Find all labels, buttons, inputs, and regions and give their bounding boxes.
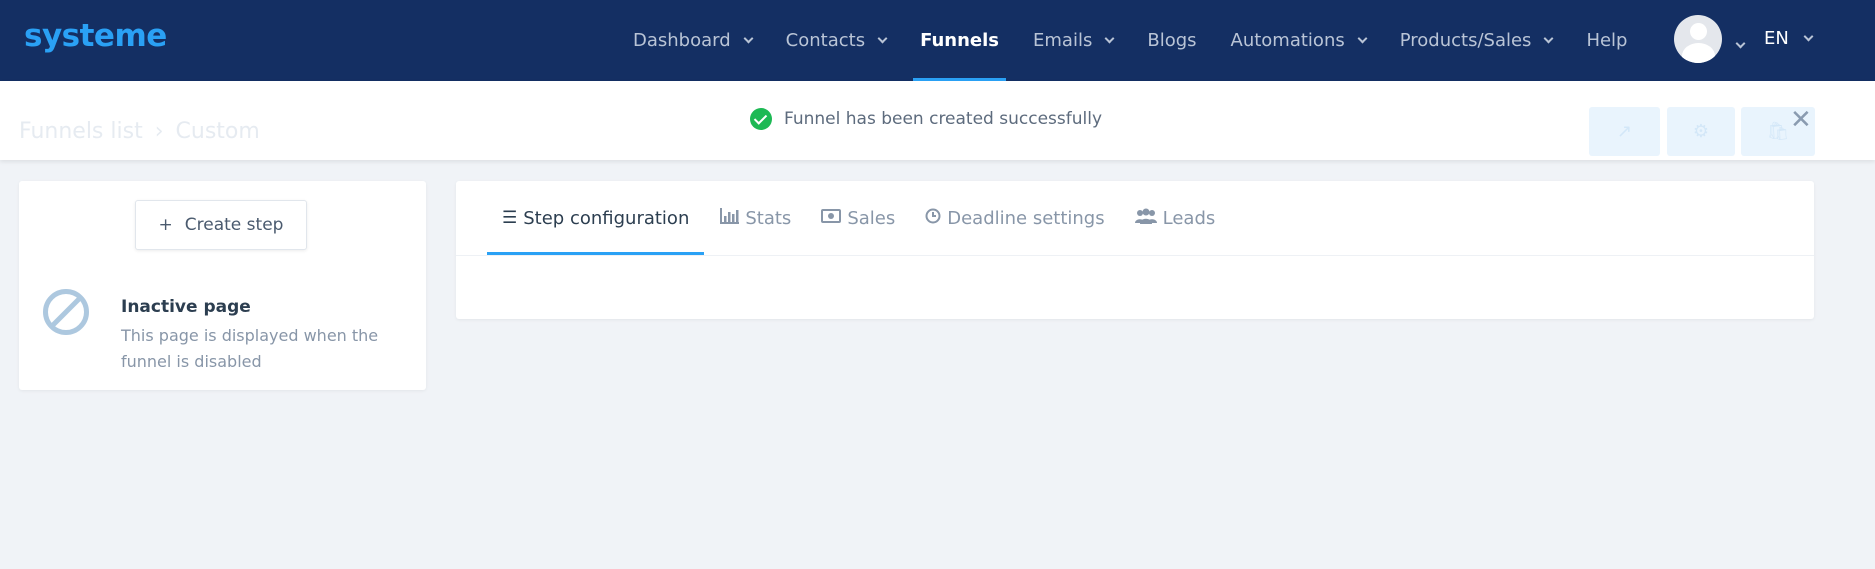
nav-item-label: Contacts <box>785 30 866 51</box>
check-circle-icon <box>750 108 772 130</box>
inactive-page-title[interactable]: Inactive page <box>121 297 251 317</box>
success-notification: Funnel has been created successfully <box>750 108 1102 130</box>
nav-item-blogs[interactable]: Blogs <box>1130 0 1213 81</box>
tab-label: Sales <box>847 207 896 229</box>
nav-item-contacts[interactable]: Contacts <box>769 0 903 81</box>
close-notification-button[interactable]: ✕ <box>1790 107 1812 133</box>
tab-deadline-settings[interactable]: Deadline settings <box>910 181 1119 255</box>
avatar-body-shape <box>1682 43 1715 63</box>
users-icon <box>1134 208 1157 229</box>
chevron-down-icon <box>743 33 754 43</box>
nav-item-funnels[interactable]: Funnels <box>903 0 1016 81</box>
close-icon: ✕ <box>1790 105 1812 135</box>
settings-button[interactable]: ⚙ <box>1667 107 1735 156</box>
chevron-down-icon <box>1543 33 1554 43</box>
systeme-logo[interactable]: systeme <box>24 18 167 54</box>
tab-stats[interactable]: Stats <box>704 181 806 255</box>
avatar-head-shape <box>1690 23 1707 40</box>
list-icon: ☰ <box>502 208 518 228</box>
nav-item-label: Products/Sales <box>1399 30 1532 51</box>
nav-item-dashboard[interactable]: Dashboard <box>616 0 769 81</box>
notification-message: Funnel has been created successfully <box>784 109 1103 129</box>
nav-item-label: Help <box>1586 30 1628 51</box>
top-navigation-bar: systeme Dashboard Contacts Funnels Email… <box>0 0 1875 81</box>
chevron-down-icon <box>877 33 888 43</box>
breadcrumb: Funnels list › Custom <box>19 119 260 144</box>
create-step-label: Create step <box>184 215 284 235</box>
breadcrumb-root[interactable]: Funnels list <box>19 119 143 144</box>
nav-item-label: Blogs <box>1147 30 1197 51</box>
nav-item-emails[interactable]: Emails <box>1016 0 1130 81</box>
open-external-button[interactable]: ↗ <box>1589 107 1660 156</box>
tab-step-configuration[interactable]: ☰ Step configuration <box>487 181 705 255</box>
ban-icon <box>43 289 89 335</box>
language-selector[interactable]: EN <box>1764 28 1814 49</box>
nav-item-help[interactable]: Help <box>1569 0 1644 81</box>
chevron-down-icon <box>1803 31 1814 41</box>
tab-label: Leads <box>1162 207 1216 229</box>
clock-icon <box>925 208 941 229</box>
nav-item-label: Automations <box>1230 30 1345 51</box>
language-label: EN <box>1764 28 1789 49</box>
external-link-icon: ↗ <box>1616 121 1633 142</box>
step-tabs: ☰ Step configuration Stats Sales Deadlin… <box>487 181 1230 255</box>
notification-bar: Funnels list › Custom Funnel has been cr… <box>0 81 1875 160</box>
inactive-page-description: This page is displayed when the funnel i… <box>121 326 379 371</box>
chevron-down-icon <box>1357 33 1368 43</box>
chevron-down-icon <box>1104 33 1115 43</box>
tab-label: Deadline settings <box>947 207 1105 229</box>
nav-item-automations[interactable]: Automations <box>1214 0 1383 81</box>
nav-item-label: Emails <box>1033 30 1093 51</box>
create-step-button[interactable]: + Create step <box>135 200 307 250</box>
nav-item-products-sales[interactable]: Products/Sales <box>1383 0 1570 81</box>
tab-label: Step configuration <box>523 207 690 229</box>
shopping-bag-icon: 🛍 <box>1766 121 1790 142</box>
chevron-down-icon <box>1735 38 1746 49</box>
money-icon <box>821 208 842 228</box>
tab-label: Stats <box>745 207 792 229</box>
nav-item-label: Funnels <box>920 30 1000 51</box>
step-detail-panel: ☰ Step configuration Stats Sales Deadlin… <box>456 181 1814 319</box>
tab-leads[interactable]: Leads <box>1120 181 1231 255</box>
plus-icon: + <box>158 215 173 235</box>
main-nav: Dashboard Contacts Funnels Emails Blogs … <box>616 0 1644 81</box>
breadcrumb-separator-icon: › <box>154 119 164 144</box>
user-menu-toggle[interactable] <box>1735 32 1746 51</box>
tabs-divider <box>456 255 1814 256</box>
nav-item-label: Dashboard <box>633 30 731 51</box>
gear-icon: ⚙ <box>1692 121 1710 142</box>
tab-sales[interactable]: Sales <box>806 181 910 255</box>
breadcrumb-current: Custom <box>175 119 260 144</box>
bar-chart-icon <box>719 207 740 229</box>
user-avatar[interactable] <box>1674 15 1722 63</box>
steps-panel: + Create step Inactive page This page is… <box>19 181 426 390</box>
